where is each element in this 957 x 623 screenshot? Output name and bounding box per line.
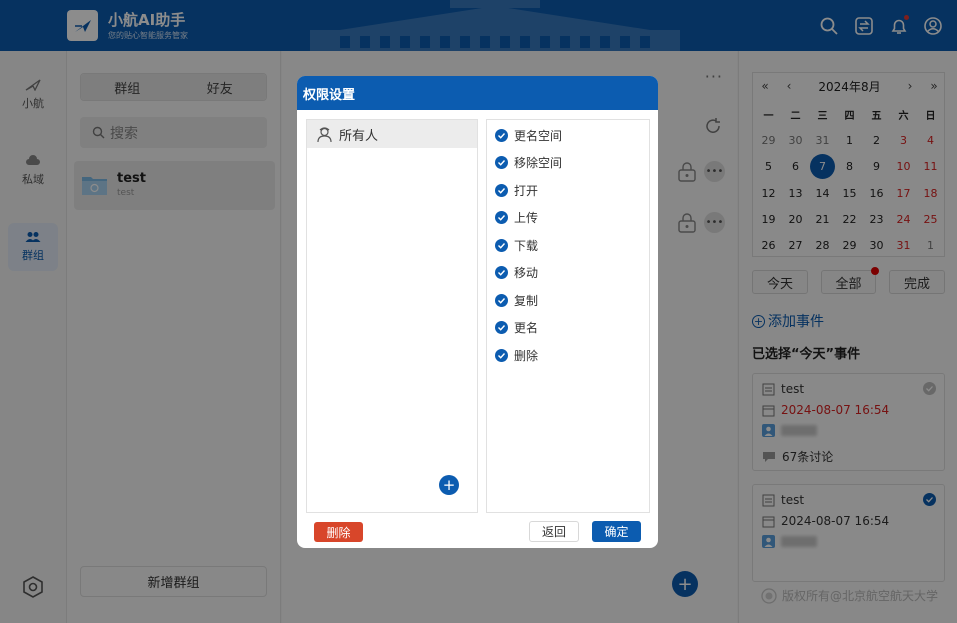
checked-circle-icon[interactable] [495, 266, 508, 279]
permission-item[interactable]: 复制 [495, 290, 538, 310]
permission-settings-dialog: 权限设置 所有人 + 更名空间 移除空间 打开 上传 下载 移动 复制 更名 删除 删除 返回 … [297, 76, 658, 548]
permission-label: 更名 [514, 321, 539, 335]
checked-circle-icon[interactable] [495, 348, 508, 362]
checked-circle-icon[interactable] [495, 211, 508, 224]
checked-circle-icon[interactable] [495, 156, 508, 169]
permission-label: 打开 [514, 183, 539, 198]
checked-circle-icon[interactable] [495, 128, 508, 142]
dialog-title: 权限设置 [297, 76, 658, 110]
checked-circle-icon[interactable] [495, 238, 508, 252]
permission-item[interactable]: 移除空间 [495, 153, 562, 173]
permission-label: 更名空间 [514, 128, 563, 143]
permission-item[interactable]: 更名 [495, 318, 538, 338]
principal-item[interactable]: 所有人 [307, 120, 477, 148]
permission-label: 删除 [514, 348, 539, 363]
delete-button[interactable]: 删除 [314, 522, 363, 542]
checked-circle-icon[interactable] [495, 293, 508, 307]
checked-circle-icon[interactable] [495, 321, 508, 334]
permission-item[interactable]: 删除 [495, 345, 538, 365]
permission-item[interactable]: 打开 [495, 180, 538, 200]
permission-list: 更名空间移除空间打开上传下载移动复制更名删除 [486, 119, 650, 513]
permission-label: 复制 [514, 293, 539, 308]
permission-label: 下载 [514, 238, 539, 253]
permission-item[interactable]: 上传 [495, 208, 538, 228]
add-principal-button[interactable]: + [439, 475, 459, 495]
permission-label: 移动 [514, 266, 539, 280]
permission-label: 移除空间 [514, 156, 563, 170]
confirm-button[interactable]: 确定 [592, 521, 641, 542]
permission-item[interactable]: 下载 [495, 235, 538, 255]
people-icon [317, 126, 332, 142]
permission-item[interactable]: 更名空间 [495, 125, 562, 145]
permission-item[interactable]: 移动 [495, 263, 538, 283]
checked-circle-icon[interactable] [495, 183, 508, 197]
back-button[interactable]: 返回 [529, 521, 579, 542]
principal-label: 所有人 [339, 128, 379, 144]
principal-list: 所有人 + [306, 119, 478, 513]
permission-label: 上传 [514, 211, 539, 225]
